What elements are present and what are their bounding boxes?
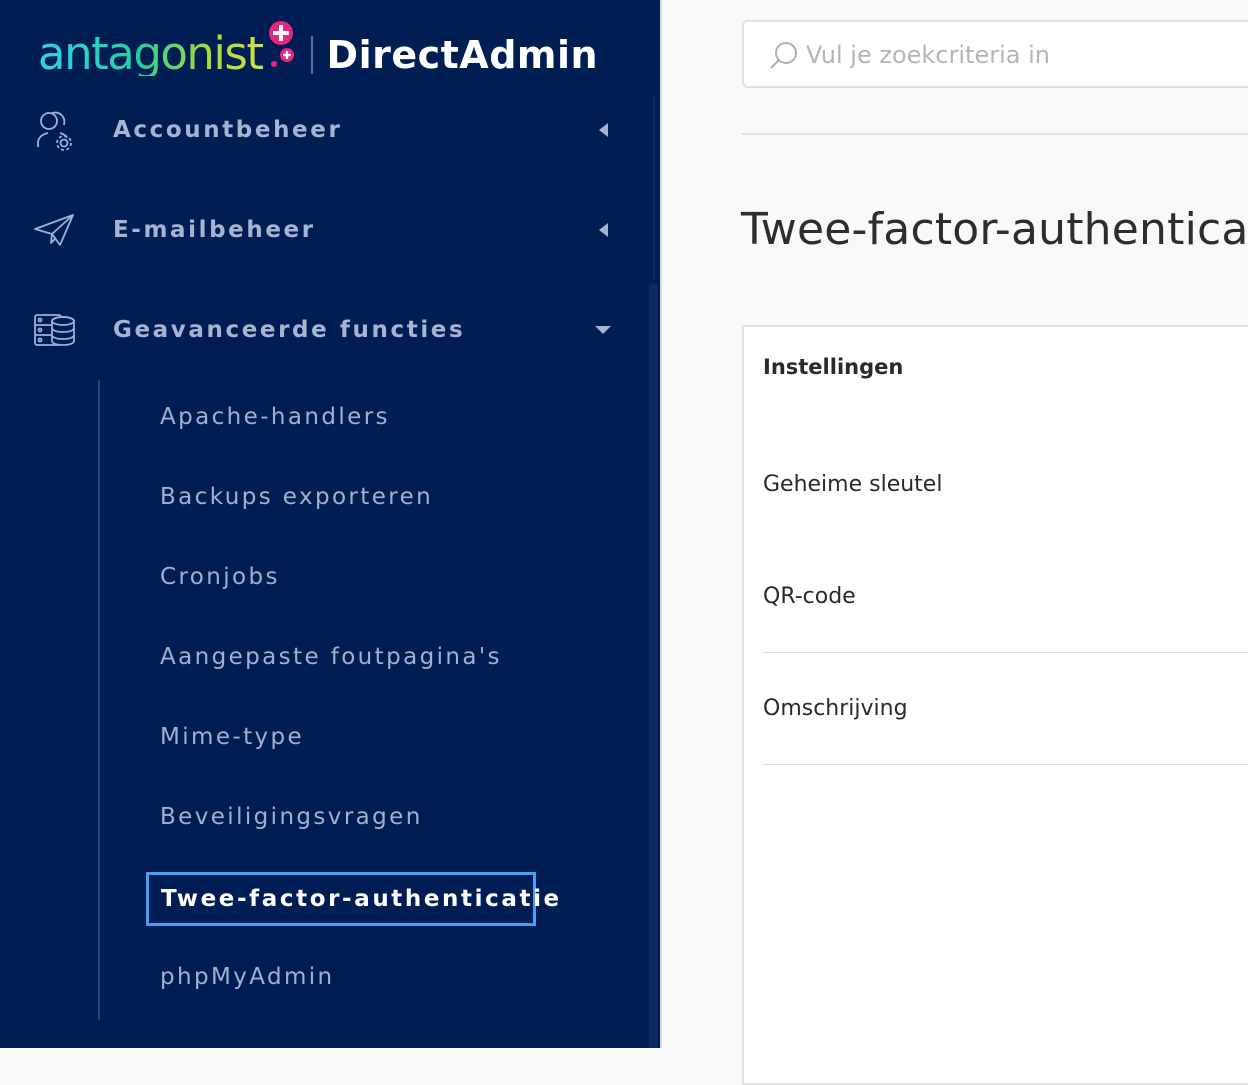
nav-label: Geavanceerde functies <box>113 317 466 343</box>
search-input[interactable] <box>804 34 1248 76</box>
submenu-item-foutpaginas[interactable]: Aangepaste foutpagina's <box>160 644 502 670</box>
brand-plus-icon <box>268 21 294 67</box>
brand-name: antagonist <box>38 26 264 80</box>
row-separator <box>763 652 1248 653</box>
submenu-item-apache-handlers[interactable]: Apache-handlers <box>160 404 390 430</box>
field-label-geheime-sleutel: Geheime sleutel <box>763 472 943 497</box>
caret-left-icon <box>599 123 608 137</box>
nav-label: E-mailbeheer <box>113 217 316 243</box>
caret-left-icon <box>599 223 608 237</box>
logo[interactable]: antagonist DirectAdmin <box>38 20 598 90</box>
paper-plane-icon <box>32 207 78 253</box>
submenu-item-mime-type[interactable]: Mime-type <box>160 724 304 750</box>
sidebar: antagonist DirectAdmin Accountbeheer E-m… <box>0 0 662 1048</box>
field-label-qr-code: QR-code <box>763 584 856 609</box>
nav-emailbeheer[interactable]: E-mailbeheer <box>0 200 640 260</box>
search-box[interactable] <box>742 20 1248 88</box>
panel-header: Instellingen <box>763 355 904 379</box>
sidebar-scrollbar-track <box>653 95 655 280</box>
header-divider <box>742 133 1248 135</box>
search-icon <box>770 42 797 69</box>
submenu-item-phpmyadmin[interactable]: phpMyAdmin <box>160 964 335 990</box>
submenu-item-backups-exporteren[interactable]: Backups exporteren <box>160 484 433 510</box>
page-title: Twee-factor-authenticatie <box>741 204 1248 255</box>
sidebar-scrollbar[interactable] <box>649 283 658 1048</box>
caret-down-icon <box>595 326 611 334</box>
account-settings-icon <box>32 107 78 153</box>
nav-label: Accountbeheer <box>113 117 343 143</box>
submenu-item-beveiligingsvragen[interactable]: Beveiligingsvragen <box>160 804 423 830</box>
sidebar-border <box>660 0 662 1048</box>
logo-divider <box>310 36 313 74</box>
submenu-item-twee-factor-authenticatie[interactable]: Twee-factor-authenticatie <box>146 872 559 926</box>
submenu-guide-line <box>98 380 100 1020</box>
nav-accountbeheer[interactable]: Accountbeheer <box>0 100 640 160</box>
submenu-item-cronjobs[interactable]: Cronjobs <box>160 564 280 590</box>
field-label-omschrijving: Omschrijving <box>763 696 908 721</box>
nav-geavanceerde-functies[interactable]: Geavanceerde functies <box>0 300 640 360</box>
row-separator <box>763 764 1248 765</box>
product-name: DirectAdmin <box>326 33 599 77</box>
server-database-icon <box>32 307 78 353</box>
